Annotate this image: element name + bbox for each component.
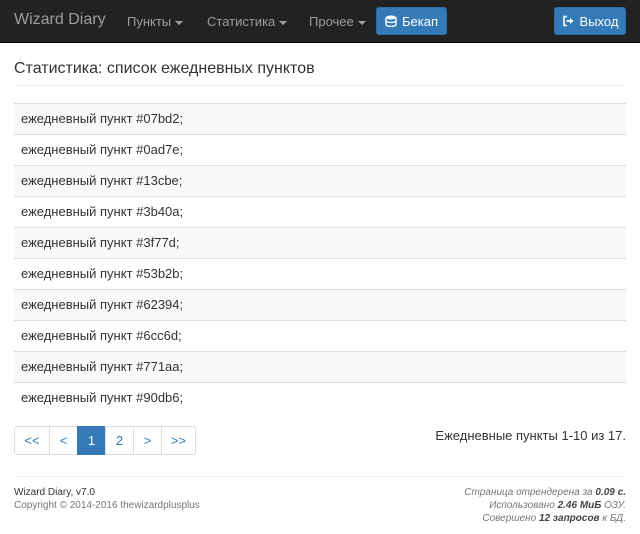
daily-items-table: ежедневный пункт #07bd2; ежедневный пунк…: [14, 103, 626, 414]
page-first-button[interactable]: <<: [14, 426, 50, 455]
logout-button[interactable]: Выход: [554, 7, 626, 35]
render-time-prefix: Страница отрендерена за: [464, 487, 593, 498]
pagination: << < 1 2 > >>: [14, 426, 196, 455]
memory-prefix: Использовано: [489, 500, 555, 511]
table-row[interactable]: ежедневный пункт #13cbe;: [14, 166, 626, 197]
footer-app-name: Wizard Diary: [14, 487, 71, 498]
database-icon: [385, 15, 397, 27]
table-row[interactable]: ежедневный пункт #3f77d;: [14, 228, 626, 259]
queries-suffix: к БД.: [602, 513, 626, 524]
page-last-button[interactable]: >>: [161, 426, 196, 455]
page-2-button[interactable]: 2: [105, 426, 134, 455]
footer-stats: Страница отрендерена за 0.09 с. Использо…: [464, 486, 626, 525]
table-row[interactable]: ежедневный пункт #0ad7e;: [14, 135, 626, 166]
queries-value: 12 запросов: [539, 513, 600, 524]
render-time-value: 0.09 с.: [595, 487, 626, 498]
footer-version: v7.0: [76, 487, 95, 498]
logout-label: Выход: [579, 13, 619, 29]
queries-line: Совершено 12 запросов к БД.: [464, 512, 626, 525]
render-time-line: Страница отрендерена за 0.09 с.: [464, 486, 626, 499]
caret-down-icon: [279, 20, 288, 25]
menu-items-dropdown[interactable]: Пункты: [127, 14, 184, 29]
table-row[interactable]: ежедневный пункт #07bd2;: [14, 104, 626, 135]
menu-items-label: Пункты: [127, 14, 172, 29]
table-row[interactable]: ежедневный пункт #3b40a;: [14, 197, 626, 228]
menu-other-dropdown[interactable]: Прочее: [309, 14, 366, 29]
page-1-button[interactable]: 1: [77, 426, 106, 455]
page-next-button[interactable]: >: [133, 426, 162, 455]
title-divider: [14, 85, 626, 86]
sign-out-icon: [562, 15, 575, 27]
page-prev-button[interactable]: <: [49, 426, 78, 455]
brand-link[interactable]: Wizard Diary: [14, 11, 106, 29]
page-title: Статистика: список ежедневных пунктов: [14, 60, 315, 77]
memory-value: 2.46 МиБ: [557, 500, 602, 511]
footer-copyright: Copyright © 2014-2016 thewizardplusplus: [14, 500, 200, 511]
menu-statistics-label: Статистика: [207, 14, 276, 29]
memory-line: Использовано 2.46 МиБ ОЗУ.: [464, 499, 626, 512]
menu-statistics-dropdown[interactable]: Статистика: [207, 14, 288, 29]
menu-other-label: Прочее: [309, 14, 354, 29]
memory-suffix: ОЗУ.: [604, 500, 626, 511]
table-row[interactable]: ежедневный пункт #62394;: [14, 290, 626, 321]
pagination-summary: Ежедневные пункты 1-10 из 17.: [435, 428, 626, 443]
queries-prefix: Совершено: [482, 513, 537, 524]
footer-info: Wizard Diary, v7.0 Copyright © 2014-2016…: [14, 487, 200, 511]
caret-down-icon: [357, 20, 366, 25]
table-row[interactable]: ежедневный пункт #771aa;: [14, 352, 626, 383]
backup-label: Бекап: [401, 13, 438, 29]
caret-down-icon: [175, 20, 184, 25]
table-row[interactable]: ежедневный пункт #53b2b;: [14, 259, 626, 290]
table-row[interactable]: ежедневный пункт #6cc6d;: [14, 321, 626, 352]
navbar: Wizard Diary Пункты Статистика Прочее Бе…: [0, 0, 640, 43]
footer-divider: [14, 476, 626, 477]
table-row[interactable]: ежедневный пункт #90db6;: [14, 383, 626, 414]
backup-button[interactable]: Бекап: [376, 7, 447, 35]
